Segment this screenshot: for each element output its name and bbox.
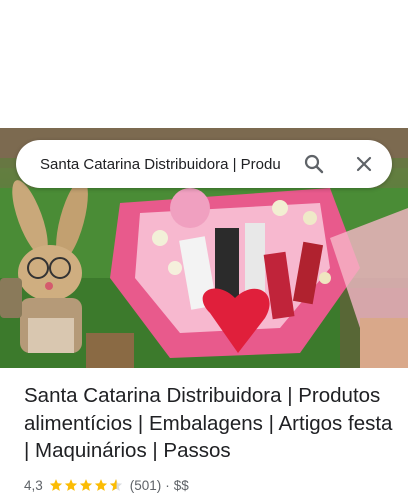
star-half-icon [109,479,122,491]
review-count[interactable]: (501) [130,478,162,493]
star-rating [49,478,124,492]
rating-value: 4,3 [24,477,43,493]
separator: · [165,477,170,493]
place-title[interactable]: Santa Catarina Distribuidora | Produtos … [24,382,394,465]
search-input[interactable]: Santa Catarina Distribuidora | Produ [40,156,288,173]
star-icon [94,479,107,491]
close-icon[interactable] [352,152,376,176]
map-blank-area [0,0,408,128]
price-level: $$ [173,477,189,493]
search-bar[interactable]: Santa Catarina Distribuidora | Produ [16,140,392,188]
star-icon [64,479,77,491]
rating-row: 4,3 (501) · $$ [24,476,189,494]
star-icon [49,479,62,491]
star-icon [79,479,92,491]
search-icon[interactable] [302,152,326,176]
